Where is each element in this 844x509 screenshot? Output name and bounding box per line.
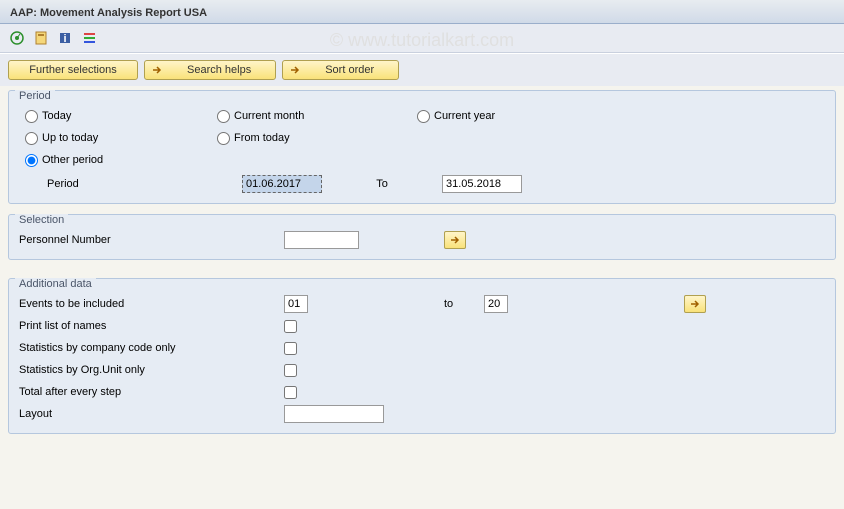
radio-other-period[interactable]: [25, 154, 38, 167]
svg-text:i: i: [63, 33, 66, 45]
arrow-right-icon: [287, 64, 303, 76]
radio-today[interactable]: [25, 110, 38, 123]
tree-icon[interactable]: [80, 29, 98, 47]
search-helps-button[interactable]: Search helps: [144, 60, 276, 80]
arrow-right-icon: [149, 64, 165, 76]
personnel-number-label: Personnel Number: [19, 234, 284, 246]
radio-label[interactable]: Other period: [42, 154, 103, 166]
additional-data-group: Additional data Events to be included to…: [8, 278, 836, 434]
multiple-selection-button[interactable]: [684, 295, 706, 313]
print-names-checkbox[interactable]: [284, 320, 297, 333]
stats-company-checkbox[interactable]: [284, 342, 297, 355]
group-label: Additional data: [15, 278, 96, 290]
period-group: Period Today Current month Current year: [8, 90, 836, 204]
content-area: Period Today Current month Current year: [0, 86, 844, 448]
period-input-label: Period: [47, 178, 242, 190]
page-title: AAP: Movement Analysis Report USA: [10, 7, 207, 19]
button-label: Sort order: [305, 64, 394, 76]
layout-label: Layout: [19, 408, 284, 420]
personnel-number-input[interactable]: [284, 231, 359, 249]
radio-label[interactable]: Today: [42, 110, 71, 122]
period-from-input[interactable]: [242, 175, 322, 193]
selection-group: Selection Personnel Number: [8, 214, 836, 260]
total-step-label: Total after every step: [19, 386, 284, 398]
total-step-checkbox[interactable]: [284, 386, 297, 399]
sort-order-button[interactable]: Sort order: [282, 60, 399, 80]
button-label: Further selections: [13, 64, 133, 76]
to-label: to: [444, 298, 484, 310]
group-label: Period: [15, 90, 55, 102]
radio-up-to-today[interactable]: [25, 132, 38, 145]
stats-org-label: Statistics by Org.Unit only: [19, 364, 284, 376]
radio-label[interactable]: From today: [234, 132, 290, 144]
events-to-input[interactable]: [484, 295, 508, 313]
stats-org-checkbox[interactable]: [284, 364, 297, 377]
variant-icon[interactable]: [32, 29, 50, 47]
further-selections-button[interactable]: Further selections: [8, 60, 138, 80]
period-to-input[interactable]: [442, 175, 522, 193]
radio-current-year[interactable]: [417, 110, 430, 123]
print-names-label: Print list of names: [19, 320, 284, 332]
radio-label[interactable]: Current year: [434, 110, 495, 122]
radio-label[interactable]: Up to today: [42, 132, 98, 144]
action-buttons: Further selections Search helps Sort ord…: [0, 53, 844, 86]
title-bar: AAP: Movement Analysis Report USA: [0, 0, 844, 24]
toolbar: i: [0, 24, 844, 53]
button-label: Search helps: [167, 64, 271, 76]
radio-from-today[interactable]: [217, 132, 230, 145]
group-label: Selection: [15, 214, 68, 226]
events-from-input[interactable]: [284, 295, 308, 313]
radio-label[interactable]: Current month: [234, 110, 304, 122]
stats-company-label: Statistics by company code only: [19, 342, 284, 354]
events-label: Events to be included: [19, 298, 284, 310]
to-label: To: [322, 178, 442, 190]
layout-input[interactable]: [284, 405, 384, 423]
info-icon[interactable]: i: [56, 29, 74, 47]
execute-icon[interactable]: [8, 29, 26, 47]
radio-current-month[interactable]: [217, 110, 230, 123]
multiple-selection-button[interactable]: [444, 231, 466, 249]
